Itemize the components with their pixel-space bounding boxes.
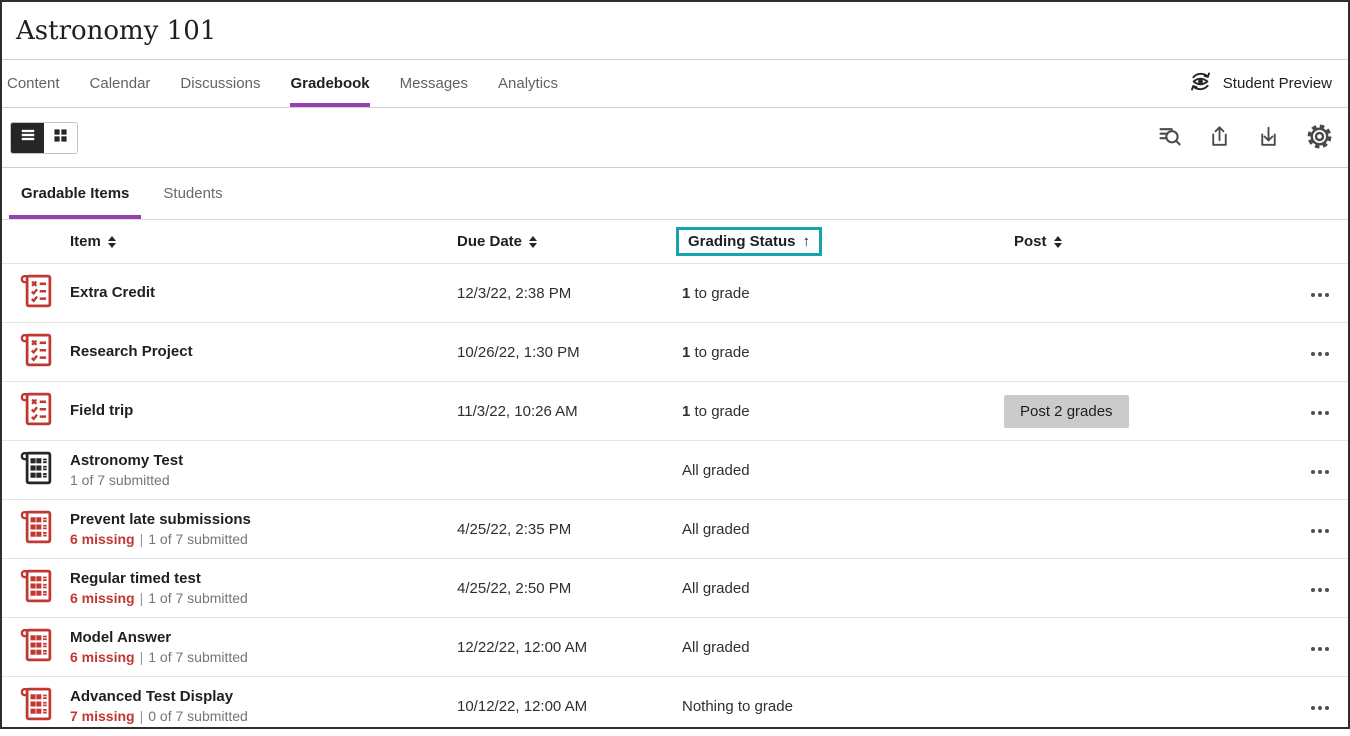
item-title[interactable]: Model Answer xyxy=(70,628,457,648)
search-gradebook-icon xyxy=(1156,123,1183,153)
gradebook-row-prevent-late-submissions[interactable]: Prevent late submissions 6 missing|1 of … xyxy=(2,500,1348,559)
missing-count: 6 missing xyxy=(70,649,135,665)
test-icon xyxy=(18,686,54,727)
grading-status: 1 to grade xyxy=(682,344,1004,361)
gradebook-row-astronomy-test[interactable]: Astronomy Test 1 of 7 submitted All grad… xyxy=(2,441,1348,500)
sort-header-grading-status[interactable]: Grading Status ↑ xyxy=(676,227,822,256)
row-menu-button[interactable] xyxy=(1307,464,1333,480)
gradebook-row-research-project[interactable]: Research Project 10/26/22, 1:30 PM 1 to … xyxy=(2,323,1348,382)
sort-both-icon xyxy=(1054,236,1062,248)
item-title[interactable]: Research Project xyxy=(70,342,457,362)
item-title[interactable]: Regular timed test xyxy=(70,569,457,589)
missing-count: 6 missing xyxy=(70,531,135,547)
due-date: 4/25/22, 2:35 PM xyxy=(457,521,682,538)
download-icon xyxy=(1256,124,1281,152)
due-date: 12/22/22, 12:00 AM xyxy=(457,639,682,656)
download-button[interactable] xyxy=(1256,124,1281,152)
submission-summary: 7 missing|0 of 7 submitted xyxy=(70,707,457,726)
item-title[interactable]: Astronomy Test xyxy=(70,451,457,471)
submission-summary: 1 of 7 submitted xyxy=(70,471,457,490)
student-preview-label: Student Preview xyxy=(1223,75,1332,92)
gradable-items-list: Extra Credit 12/3/22, 2:38 PM 1 to grade… xyxy=(2,264,1348,736)
grid-view-icon xyxy=(53,128,68,148)
test-icon xyxy=(18,450,54,491)
search-gradebook-button[interactable] xyxy=(1156,123,1183,153)
row-menu-button[interactable] xyxy=(1307,523,1333,539)
missing-count: 7 missing xyxy=(70,708,135,724)
sort-header-post[interactable]: Post xyxy=(1014,233,1062,250)
item-title[interactable]: Extra Credit xyxy=(70,283,457,303)
submission-summary: 6 missing|1 of 7 submitted xyxy=(70,648,457,667)
row-menu-button[interactable] xyxy=(1307,405,1333,421)
sort-both-icon xyxy=(108,236,116,248)
nav-item-messages[interactable]: Messages xyxy=(400,60,468,107)
course-nav-items: Content Calendar Discussions Gradebook M… xyxy=(7,60,558,107)
tab-gradable-items[interactable]: Gradable Items xyxy=(9,168,141,219)
student-preview-icon xyxy=(1187,68,1214,100)
upload-button[interactable] xyxy=(1207,124,1232,152)
student-preview-button[interactable]: Student Preview xyxy=(1187,60,1348,107)
item-title[interactable]: Prevent late submissions xyxy=(70,510,457,530)
grading-status: 1 to grade xyxy=(682,403,1004,420)
gradebook-row-regular-timed-test[interactable]: Regular timed test 6 missing|1 of 7 subm… xyxy=(2,559,1348,618)
due-date: 12/3/22, 2:38 PM xyxy=(457,285,682,302)
gradebook-settings-button[interactable] xyxy=(1305,122,1334,154)
gear-icon xyxy=(1305,122,1334,154)
grid-view-button[interactable] xyxy=(44,123,77,153)
item-title[interactable]: Field trip xyxy=(70,401,457,421)
grading-status: Nothing to grade xyxy=(682,698,1004,715)
grading-status: 1 to grade xyxy=(682,285,1004,302)
course-title: Astronomy 101 xyxy=(16,16,216,46)
course-nav: Content Calendar Discussions Gradebook M… xyxy=(2,60,1348,108)
list-view-icon xyxy=(20,127,36,148)
nav-item-content[interactable]: Content xyxy=(7,60,60,107)
gradebook-row-model-answer[interactable]: Model Answer 6 missing|1 of 7 submitted … xyxy=(2,618,1348,677)
grading-status: All graded xyxy=(682,639,1004,656)
due-date: 10/12/22, 12:00 AM xyxy=(457,698,682,715)
nav-item-discussions[interactable]: Discussions xyxy=(180,60,260,107)
sort-header-due-date[interactable]: Due Date xyxy=(457,233,537,250)
view-toggle xyxy=(10,122,78,154)
grading-status: All graded xyxy=(682,580,1004,597)
gradebook-toolbar xyxy=(2,108,1348,168)
submission-summary: 6 missing|1 of 7 submitted xyxy=(70,530,457,549)
gradebook-row-extra-credit[interactable]: Extra Credit 12/3/22, 2:38 PM 1 to grade xyxy=(2,264,1348,323)
post-grades-button[interactable]: Post 2 grades xyxy=(1004,395,1129,428)
due-date: 11/3/22, 10:26 AM xyxy=(457,403,682,420)
sort-header-item[interactable]: Item xyxy=(70,233,116,250)
toolbar-actions xyxy=(1156,122,1334,154)
row-menu-button[interactable] xyxy=(1307,582,1333,598)
test-icon xyxy=(18,568,54,609)
grading-status: All graded xyxy=(682,521,1004,538)
course-header: Astronomy 101 xyxy=(2,2,1348,60)
assignment-icon xyxy=(18,332,54,373)
nav-item-calendar[interactable]: Calendar xyxy=(90,60,151,107)
upload-icon xyxy=(1207,124,1232,152)
list-view-button[interactable] xyxy=(11,123,44,153)
due-date: 4/25/22, 2:50 PM xyxy=(457,580,682,597)
sort-ascending-icon: ↑ xyxy=(803,233,811,250)
row-menu-button[interactable] xyxy=(1307,700,1333,716)
row-menu-button[interactable] xyxy=(1307,641,1333,657)
gradebook-row-advanced-test-display[interactable]: Advanced Test Display 7 missing|0 of 7 s… xyxy=(2,677,1348,736)
gradebook-subtabs: Gradable Items Students xyxy=(2,168,1348,220)
item-title[interactable]: Advanced Test Display xyxy=(70,687,457,707)
row-menu-button[interactable] xyxy=(1307,287,1333,303)
tab-students[interactable]: Students xyxy=(151,168,234,219)
test-icon xyxy=(18,627,54,668)
row-menu-button[interactable] xyxy=(1307,346,1333,362)
sort-both-icon xyxy=(529,236,537,248)
gradebook-row-field-trip[interactable]: Field trip 11/3/22, 10:26 AM 1 to grade … xyxy=(2,382,1348,441)
table-header: Item Due Date Grading Status ↑ Post xyxy=(2,220,1348,264)
assignment-icon xyxy=(18,391,54,432)
grading-status: All graded xyxy=(682,462,1004,479)
test-icon xyxy=(18,509,54,550)
submission-summary: 6 missing|1 of 7 submitted xyxy=(70,589,457,608)
assignment-icon xyxy=(18,273,54,314)
due-date: 10/26/22, 1:30 PM xyxy=(457,344,682,361)
nav-item-gradebook[interactable]: Gradebook xyxy=(290,60,369,107)
missing-count: 6 missing xyxy=(70,590,135,606)
nav-item-analytics[interactable]: Analytics xyxy=(498,60,558,107)
